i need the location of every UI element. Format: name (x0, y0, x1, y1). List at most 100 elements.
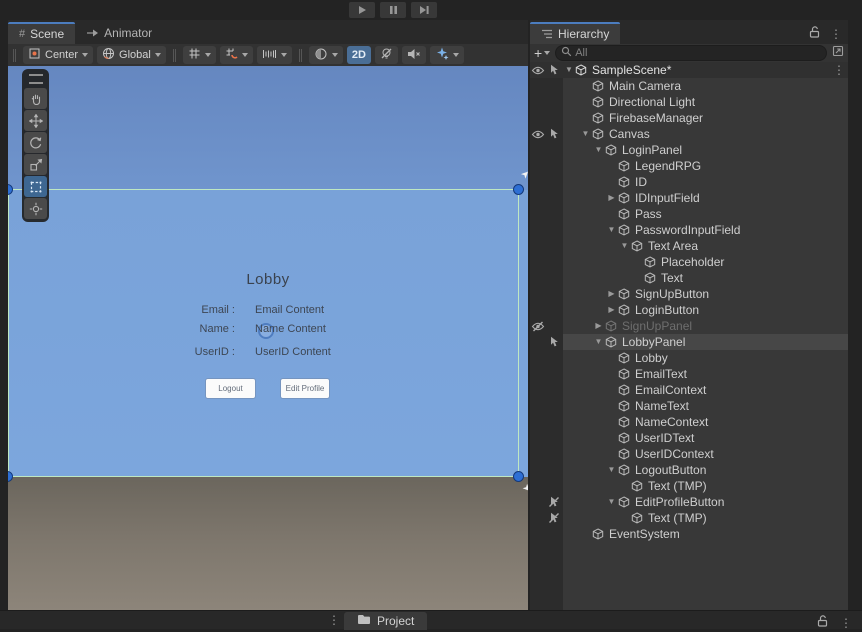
tab-animator[interactable]: Animator (75, 22, 163, 44)
hierarchy-row[interactable]: ▶ LoginButton (530, 302, 848, 318)
create-object-button[interactable]: + (534, 46, 551, 60)
rect-handle-bottom-right[interactable] (513, 471, 524, 482)
tab-hierarchy[interactable]: Hierarchy (530, 22, 621, 44)
hierarchy-row[interactable]: UserIDContext (530, 446, 848, 462)
foldout-open-icon[interactable]: ▼ (579, 126, 592, 142)
hierarchy-row[interactable]: ▼ Canvas (530, 126, 848, 142)
rect-edge-right[interactable] (518, 189, 519, 477)
visibility-off-icon[interactable] (530, 318, 546, 334)
step-button[interactable] (411, 2, 437, 18)
foldout-open-icon[interactable]: ▼ (605, 222, 618, 238)
hierarchy-row[interactable]: FirebaseManager (530, 110, 848, 126)
hierarchy-row[interactable]: Text (530, 270, 848, 286)
hierarchy-row[interactable]: LegendRPG (530, 158, 848, 174)
hierarchy-row[interactable]: EventSystem (530, 526, 848, 542)
pickability-icon (546, 526, 562, 542)
snap-increment-button[interactable] (256, 46, 292, 64)
hierarchy-row[interactable]: ▼ PasswordInputField (530, 222, 848, 238)
scene-sky (8, 66, 528, 190)
hierarchy-search[interactable] (555, 45, 827, 61)
hierarchy-row[interactable]: NameContext (530, 414, 848, 430)
hierarchy-row[interactable]: UserIDText (530, 430, 848, 446)
grid-snap-icon (225, 47, 238, 63)
search-window-icon[interactable] (832, 44, 844, 62)
bottom-menu-icon[interactable]: ⋮ (328, 614, 340, 626)
pickability-off-icon[interactable] (546, 510, 562, 526)
foldout-closed-icon[interactable]: ▶ (592, 318, 605, 334)
scene-audio-button[interactable] (401, 46, 426, 64)
palette-drag-handle[interactable] (28, 74, 43, 84)
pivot-mode-button[interactable]: Center (23, 46, 94, 64)
mode-2d-button[interactable]: 2D (346, 46, 371, 64)
hierarchy-row[interactable]: NameText (530, 398, 848, 414)
panel-menu-icon[interactable]: ⋮ (830, 28, 842, 40)
search-input[interactable] (575, 47, 821, 59)
rect-handle-top-right[interactable] (513, 184, 524, 195)
scene-menu-icon[interactable]: ⋮ (833, 64, 845, 76)
grid-snap-button[interactable] (219, 46, 253, 64)
hierarchy-row[interactable]: Main Camera (530, 78, 848, 94)
hierarchy-row[interactable]: Lobby (530, 350, 848, 366)
scene-lighting-button[interactable] (374, 46, 398, 64)
hierarchy-row[interactable]: ▼ Text Area (530, 238, 848, 254)
rect-edge-left[interactable] (8, 189, 9, 477)
lock-icon[interactable] (809, 25, 820, 43)
foldout-closed-icon[interactable]: ▶ (605, 286, 618, 302)
hierarchy-row[interactable]: ▶ SignUpPanel (530, 318, 848, 334)
scene-visibility-icon[interactable] (530, 62, 546, 78)
hierarchy-row[interactable]: Text (TMP) (530, 478, 848, 494)
panel-menu-icon[interactable]: ⋮ (840, 617, 852, 629)
visibility-icon[interactable] (530, 126, 546, 142)
space-mode-button[interactable]: Global (97, 46, 166, 64)
tab-project[interactable]: Project (344, 612, 428, 630)
hierarchy-panel: Hierarchy ⋮ + ▼ SampleSce (530, 20, 848, 610)
foldout-closed-icon[interactable]: ▶ (605, 190, 618, 206)
foldout-open-icon[interactable]: ▼ (592, 142, 605, 158)
foldout-open-icon[interactable]: ▼ (592, 334, 605, 350)
rotate-tool-button[interactable] (24, 132, 47, 153)
pause-button[interactable] (380, 2, 406, 18)
rect-edge-bottom[interactable] (8, 476, 520, 477)
grid-visibility-button[interactable] (182, 46, 216, 64)
pickability-off-icon[interactable] (546, 494, 562, 510)
foldout-closed-icon[interactable]: ▶ (605, 302, 618, 318)
hierarchy-row[interactable]: ▶ SignUpButton (530, 286, 848, 302)
hierarchy-row[interactable]: ▶ IDInputField (530, 190, 848, 206)
scene-pickability-icon[interactable] (546, 62, 562, 78)
hand-tool-button[interactable] (24, 88, 47, 109)
hierarchy-row[interactable]: ▼ LogoutButton (530, 462, 848, 478)
foldout-open-icon[interactable]: ▼ (618, 238, 631, 254)
hierarchy-row[interactable]: ID (530, 174, 848, 190)
scene-effects-button[interactable] (429, 46, 464, 64)
draw-mode-button[interactable] (308, 46, 343, 64)
move-tool-button[interactable] (24, 110, 47, 131)
hierarchy-row[interactable]: ▼ LoginPanel (530, 142, 848, 158)
foldout-open-icon[interactable]: ▼ (563, 62, 575, 78)
field-value: Email Content (255, 304, 325, 316)
hierarchy-row[interactable]: EmailText (530, 366, 848, 382)
hierarchy-row[interactable]: ▼ LobbyPanel (530, 334, 848, 350)
foldout-open-icon[interactable]: ▼ (605, 462, 618, 478)
pickability-icon[interactable] (546, 126, 562, 142)
rect-edge-top[interactable] (8, 189, 520, 190)
scene-asset-row[interactable]: ▼ SampleScene* ⋮ (530, 62, 848, 78)
hierarchy-row[interactable]: EmailContext (530, 382, 848, 398)
hierarchy-row[interactable]: Directional Light (530, 94, 848, 110)
lock-icon[interactable] (817, 614, 828, 632)
scale-tool-button[interactable] (24, 154, 47, 175)
hierarchy-row[interactable]: ▼ EditProfileButton (530, 494, 848, 510)
tab-scene[interactable]: # Scene (8, 22, 76, 44)
row-gutter (530, 510, 563, 526)
hierarchy-row[interactable]: Placeholder (530, 254, 848, 270)
foldout-open-icon[interactable]: ▼ (605, 494, 618, 510)
rect-tool-button[interactable] (24, 176, 47, 197)
hierarchy-row[interactable]: Pass (530, 206, 848, 222)
scene-toolbar: Center Global 2D (8, 44, 528, 66)
scene-viewport[interactable]: Lobby Email : Email Content Name : Name Con… (8, 66, 528, 610)
pickability-icon[interactable] (546, 334, 562, 350)
transform-tool-button[interactable] (24, 198, 47, 219)
play-button[interactable] (349, 2, 375, 18)
scene-grid-icon: # (19, 28, 26, 40)
gameobject-cube-icon (618, 176, 632, 188)
hierarchy-row[interactable]: Text (TMP) (530, 510, 848, 526)
